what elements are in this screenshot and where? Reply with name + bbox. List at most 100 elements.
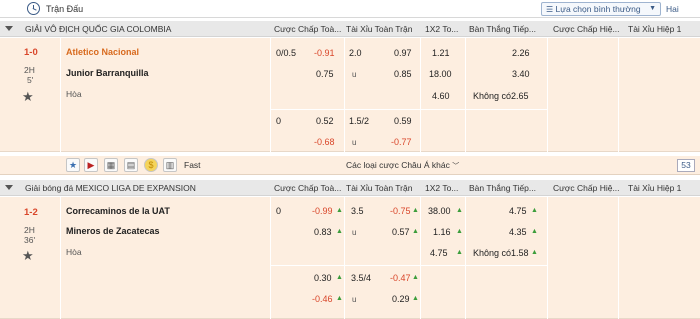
fast-bet-link[interactable]: Fast bbox=[184, 160, 201, 170]
match-minute: 36' bbox=[24, 235, 36, 245]
match-minute: 5' bbox=[27, 75, 34, 85]
away-team: Mineros de Zacatecas bbox=[66, 226, 160, 236]
match-row-1: 1-0 2H 5' ★ Atletico Nacional Junior Bar… bbox=[0, 38, 700, 152]
under-indicator: u bbox=[352, 228, 357, 237]
over-odd[interactable]: 0.97 bbox=[394, 48, 412, 58]
alt-handicap-odd-home[interactable]: 0.52 bbox=[316, 116, 334, 126]
col-header-handicap: Cược Chấp Toà... bbox=[274, 183, 342, 193]
more-markets-count[interactable]: 53 bbox=[677, 159, 695, 172]
alt-handicap-odd-away[interactable]: -0.68 bbox=[314, 137, 335, 147]
match-row-2: 1-2 2H 36' ★ Correcaminos de la UAT Mine… bbox=[0, 197, 700, 319]
alt-under-odd[interactable]: 0.29 bbox=[392, 294, 410, 304]
home-team: Correcaminos de la UAT bbox=[66, 206, 170, 216]
alt-handicap-line: 0 bbox=[276, 116, 282, 126]
chart-icon[interactable]: ▥ bbox=[163, 158, 177, 172]
odds-up-arrow-icon: ▲ bbox=[456, 249, 463, 256]
handicap-line: 0 bbox=[276, 206, 282, 216]
favorite-icon[interactable]: ★ bbox=[66, 158, 80, 172]
col-header-over-under: Tài Xỉu Toàn Trận bbox=[346, 183, 413, 193]
more-asian-bets-link[interactable]: Các loại cược Châu Á khác ﹀ bbox=[346, 160, 459, 171]
next-goal-none-label: Không có bbox=[473, 248, 512, 258]
under-odd[interactable]: 0.57 bbox=[392, 227, 410, 237]
next-goal-none[interactable]: 1.58 bbox=[511, 248, 529, 258]
top-bar: Trận Đấu ☰ Lựa chọn bình thường ▼ Hai bbox=[0, 0, 700, 18]
scoreboard-icon[interactable]: ▤ bbox=[124, 158, 138, 172]
alt-under-odd[interactable]: -0.77 bbox=[391, 137, 412, 147]
col-header-next-goal: Bàn Thắng Tiếp... bbox=[469, 183, 536, 193]
odds-up-arrow-icon: ▲ bbox=[412, 295, 419, 302]
league-header-mexico[interactable]: Giải bóng đá MEXICO LIGA DE EXPANSION Cư… bbox=[0, 180, 700, 196]
draw-label: Hòa bbox=[66, 247, 82, 257]
col-header-handicap-1h: Cược Chấp Hiệ... bbox=[553, 24, 620, 34]
over-under-line: 2.0 bbox=[349, 48, 362, 58]
x12-away[interactable]: 18.00 bbox=[429, 69, 452, 79]
x12-home[interactable]: 38.00 bbox=[428, 206, 451, 216]
collapse-icon[interactable] bbox=[5, 185, 13, 190]
away-team: Junior Barranquilla bbox=[66, 68, 149, 78]
handicap-odd-home[interactable]: -0.91 bbox=[314, 48, 335, 58]
alt-handicap-odd-away[interactable]: -0.46 bbox=[312, 294, 333, 304]
alt-handicap-odd-home[interactable]: 0.30 bbox=[314, 273, 332, 283]
favorite-star-icon[interactable]: ★ bbox=[22, 89, 34, 105]
coin-icon[interactable]: $ bbox=[144, 158, 158, 172]
under-odd[interactable]: 0.85 bbox=[394, 69, 412, 79]
match-score: 1-2 bbox=[24, 207, 38, 218]
collapse-icon[interactable] bbox=[5, 26, 13, 31]
col-header-over-under-1h: Tài Xỉu Hiệp 1 bbox=[628, 24, 682, 34]
odds-up-arrow-icon: ▲ bbox=[412, 207, 419, 214]
col-header-next-goal: Bàn Thắng Tiếp... bbox=[469, 24, 536, 34]
col-header-1x2: 1X2 To... bbox=[425, 183, 459, 193]
over-under-line: 3.5 bbox=[351, 206, 364, 216]
odds-up-arrow-icon: ▲ bbox=[456, 228, 463, 235]
x12-draw[interactable]: 4.60 bbox=[432, 91, 450, 101]
favorite-star-icon[interactable]: ★ bbox=[22, 248, 34, 264]
x12-draw[interactable]: 4.75 bbox=[430, 248, 448, 258]
more-asian-bets-label: Các loại cược Châu Á khác bbox=[346, 160, 450, 170]
hide-button[interactable]: Hai bbox=[666, 2, 692, 16]
handicap-odd-away[interactable]: 0.83 bbox=[314, 227, 332, 237]
clock-icon bbox=[27, 2, 40, 15]
page-title: Trận Đấu bbox=[46, 4, 84, 14]
handicap-odd-home[interactable]: -0.99 bbox=[312, 206, 333, 216]
odds-up-arrow-icon: ▲ bbox=[531, 228, 538, 235]
col-header-over-under-1h: Tài Xỉu Hiệp 1 bbox=[628, 183, 682, 193]
alt-over-odd[interactable]: 0.59 bbox=[394, 116, 412, 126]
col-header-1x2: 1X2 To... bbox=[425, 24, 459, 34]
odds-up-arrow-icon: ▲ bbox=[336, 295, 343, 302]
alt-over-under-line: 1.5/2 bbox=[349, 116, 370, 126]
live-stream-icon[interactable]: ▶ bbox=[84, 158, 98, 172]
league-name: GIẢI VÔ ĐỊCH QUỐC GIA COLOMBIA bbox=[25, 24, 172, 34]
match-score: 1-0 bbox=[24, 47, 38, 58]
league-header-colombia[interactable]: GIẢI VÔ ĐỊCH QUỐC GIA COLOMBIA Cược Chấp… bbox=[0, 21, 700, 37]
alt-over-under-line: 3.5/4 bbox=[351, 273, 372, 283]
next-goal-none[interactable]: 2.65 bbox=[511, 91, 529, 101]
over-odd[interactable]: -0.75 bbox=[390, 206, 411, 216]
alt-over-odd[interactable]: -0.47 bbox=[390, 273, 411, 283]
odds-up-arrow-icon: ▲ bbox=[531, 207, 538, 214]
sort-dropdown[interactable]: ☰ Lựa chọn bình thường ▼ bbox=[541, 2, 661, 16]
odds-up-arrow-icon: ▲ bbox=[336, 228, 343, 235]
alt-under-indicator: u bbox=[352, 295, 357, 304]
next-goal-home[interactable]: 4.75 bbox=[509, 206, 527, 216]
odds-up-arrow-icon: ▲ bbox=[336, 207, 343, 214]
league-name: Giải bóng đá MEXICO LIGA DE EXPANSION bbox=[25, 183, 196, 193]
alt-under-indicator: u bbox=[352, 138, 357, 147]
handicap-odd-away[interactable]: 0.75 bbox=[316, 69, 334, 79]
x12-home[interactable]: 1.21 bbox=[432, 48, 450, 58]
x12-away[interactable]: 1.16 bbox=[433, 227, 451, 237]
odds-up-arrow-icon: ▲ bbox=[336, 274, 343, 281]
next-goal-away[interactable]: 4.35 bbox=[509, 227, 527, 237]
next-goal-none-label: Không có bbox=[473, 91, 512, 101]
draw-label: Hòa bbox=[66, 89, 82, 99]
col-header-handicap: Cược Chấp Toà... bbox=[274, 24, 342, 34]
stats-grid-icon[interactable]: ▦ bbox=[104, 158, 118, 172]
next-goal-away[interactable]: 3.40 bbox=[512, 69, 530, 79]
odds-up-arrow-icon: ▲ bbox=[412, 274, 419, 281]
list-icon: ☰ bbox=[546, 5, 554, 14]
odds-up-arrow-icon: ▲ bbox=[412, 228, 419, 235]
col-header-over-under: Tài Xỉu Toàn Trận bbox=[346, 24, 413, 34]
col-header-handicap-1h: Cược Chấp Hiệ... bbox=[553, 183, 620, 193]
next-goal-home[interactable]: 2.26 bbox=[512, 48, 530, 58]
handicap-line: 0/0.5 bbox=[276, 48, 297, 58]
match-period: 2H bbox=[24, 225, 35, 235]
